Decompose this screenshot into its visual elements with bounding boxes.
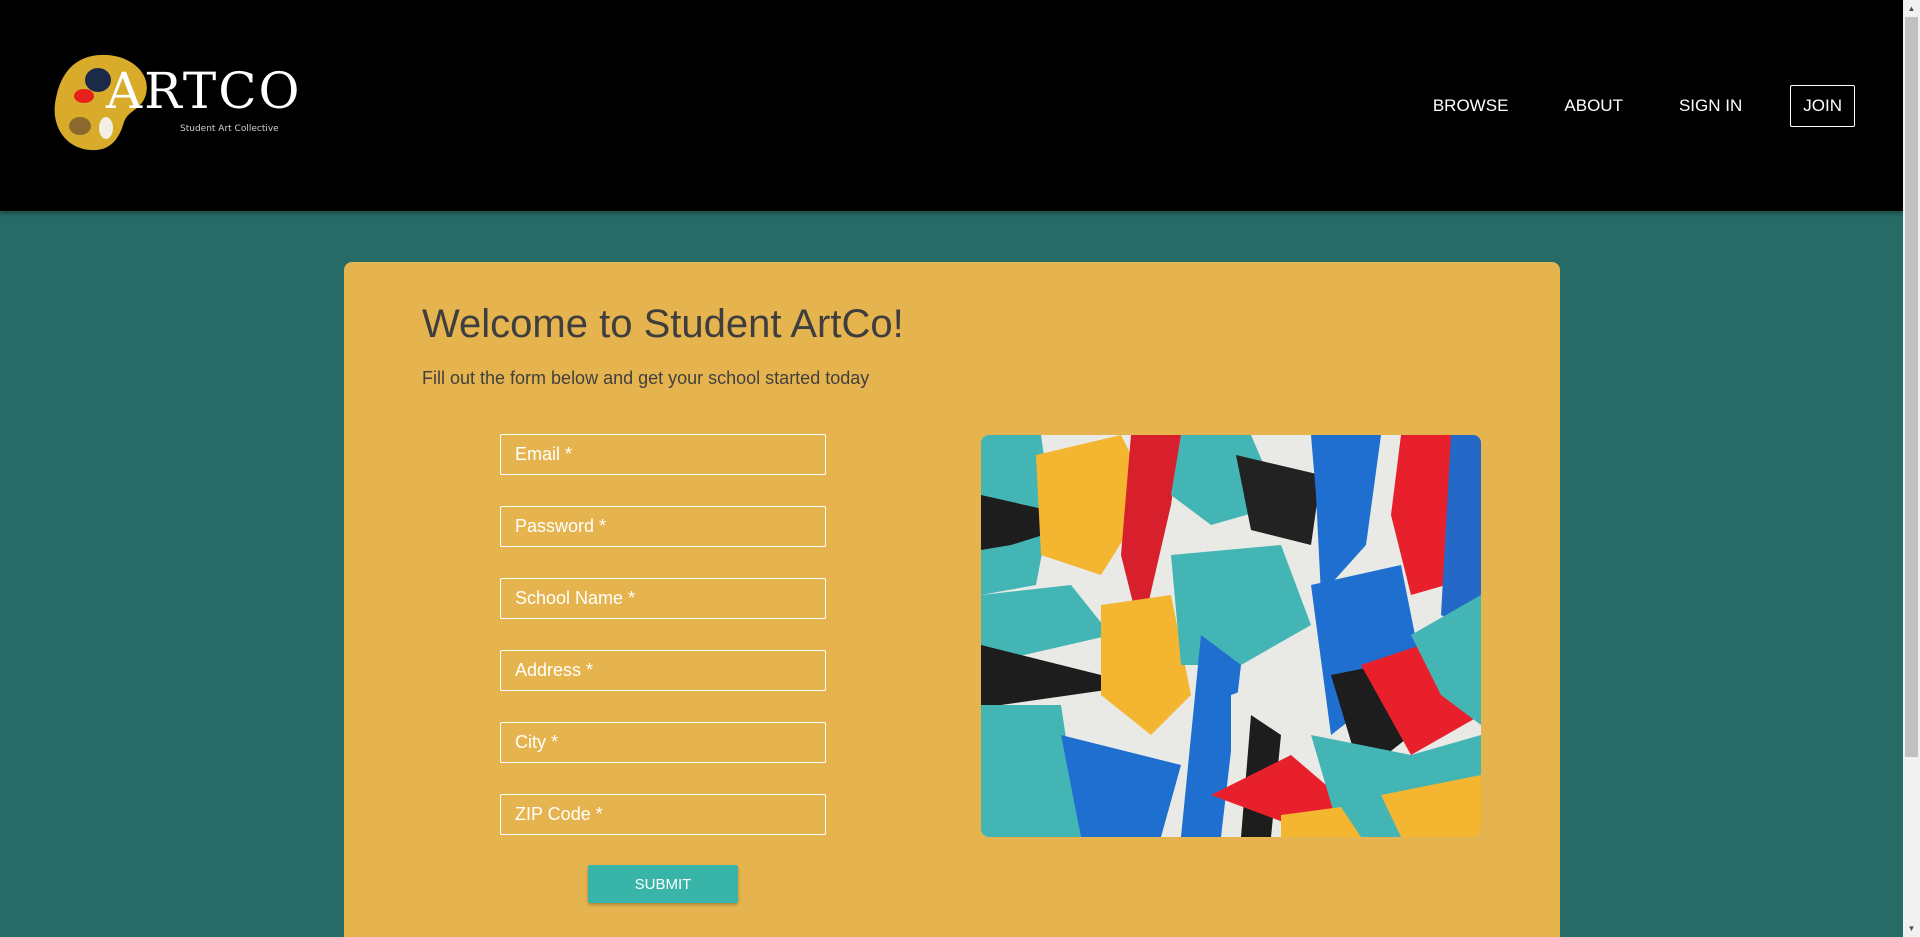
password-field[interactable] (500, 506, 826, 547)
submit-button[interactable]: SUBMIT (588, 865, 738, 903)
page-scrollbar[interactable]: ▲ ▼ (1903, 0, 1920, 937)
zip-code-field[interactable] (500, 794, 826, 835)
abstract-mural-image (981, 435, 1481, 837)
page-subtitle: Fill out the form below and get your sch… (422, 368, 870, 388)
page-title: Welcome to Student ArtCo! (422, 302, 904, 346)
nav-sign-in-link[interactable]: SIGN IN (1679, 96, 1742, 116)
school-signup-form (500, 434, 826, 866)
artco-logo[interactable]: ARTCO Student Art Collective (52, 52, 299, 157)
brand-name: ARTCO (106, 62, 302, 120)
brand-tagline: Student Art Collective (180, 124, 279, 134)
signup-card: Welcome to Student ArtCo! Fill out the f… (344, 262, 1560, 937)
join-button[interactable]: JOIN (1790, 85, 1855, 127)
nav-browse-link[interactable]: BROWSE (1433, 96, 1509, 116)
nav-about-link[interactable]: ABOUT (1564, 96, 1623, 116)
scroll-up-arrow-icon[interactable]: ▲ (1903, 0, 1920, 17)
email-field[interactable] (500, 434, 826, 475)
address-field[interactable] (500, 650, 826, 691)
school-name-field[interactable] (500, 578, 826, 619)
scroll-down-arrow-icon[interactable]: ▼ (1903, 920, 1920, 937)
scrollbar-thumb[interactable] (1905, 17, 1918, 757)
main-nav: BROWSE ABOUT SIGN IN JOIN (1377, 85, 1855, 127)
city-field[interactable] (500, 722, 826, 763)
site-header: ARTCO Student Art Collective BROWSE ABOU… (0, 0, 1903, 211)
